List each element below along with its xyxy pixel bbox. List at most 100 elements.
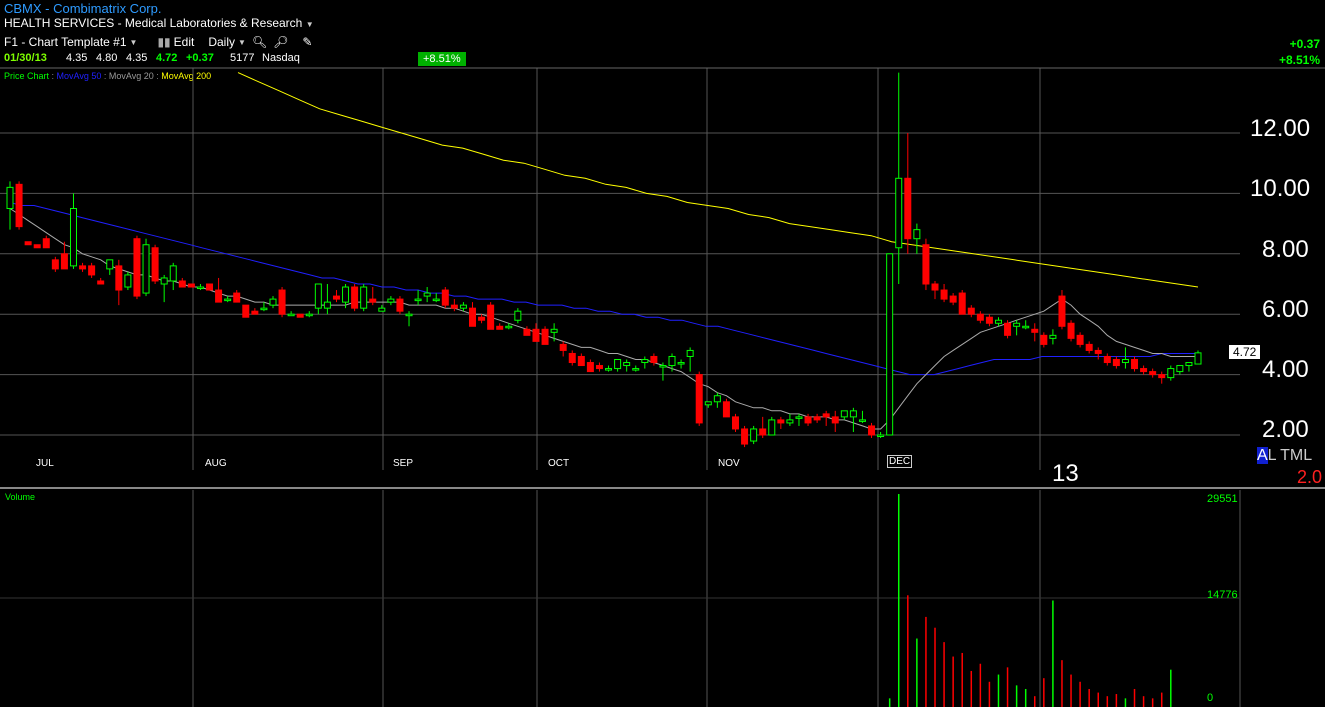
ma200-path (237, 72, 1199, 288)
candle (1112, 356, 1120, 369)
corner-red-value: 2.0 (1297, 467, 1323, 487)
candle (133, 235, 141, 300)
price-axis-label: 12.00 (1250, 115, 1311, 142)
candle-body (124, 274, 132, 288)
candle (695, 371, 703, 426)
candle (1067, 320, 1075, 342)
candle-body (314, 283, 322, 309)
candle (88, 262, 96, 278)
candle-body (1076, 334, 1084, 345)
candle (577, 353, 585, 367)
corner-rest: L TML (1267, 447, 1313, 464)
candle (532, 323, 540, 342)
candle (378, 305, 386, 312)
candle-body (278, 289, 286, 315)
candle (650, 353, 658, 366)
candle-body (686, 349, 694, 357)
candle-body (795, 416, 803, 419)
candle (42, 235, 50, 249)
candle (641, 356, 649, 369)
candle-body (423, 292, 431, 297)
candle (623, 359, 631, 372)
candle-body (985, 316, 993, 324)
candle-body (595, 365, 603, 370)
candle-body (840, 410, 848, 418)
candle-body (133, 238, 141, 297)
candle-body (369, 298, 377, 303)
candle-body (469, 307, 477, 327)
candle-body (994, 319, 1002, 324)
month-label: JUL (36, 458, 54, 469)
candle (260, 302, 268, 312)
candle (405, 311, 413, 327)
candle (659, 362, 667, 381)
candles (6, 72, 1202, 448)
candle (1040, 332, 1048, 348)
candle (124, 271, 132, 291)
candle-body (768, 419, 776, 436)
candle-body (786, 419, 794, 424)
candle-body (1194, 352, 1202, 365)
candle-body (858, 419, 866, 422)
candle (106, 259, 114, 275)
candle-body (1158, 374, 1166, 379)
candle (949, 293, 957, 306)
candle-body (251, 310, 259, 315)
candle (1185, 362, 1193, 372)
candle-body (242, 304, 250, 318)
candle (913, 223, 921, 254)
candle (269, 296, 277, 309)
candle (541, 326, 549, 345)
year-label: 13 (1052, 460, 1079, 487)
candle-body (777, 419, 785, 424)
candle-body (6, 186, 14, 209)
price-chart[interactable] (0, 0, 1325, 707)
candle-body (1013, 322, 1021, 327)
candle (804, 413, 812, 426)
month-label: SEP (393, 458, 414, 469)
price-axis-label: 10.00 (1250, 175, 1311, 202)
volume-bars (888, 494, 1172, 707)
price-axis-label: 6.00 (1262, 296, 1309, 323)
candle (940, 284, 948, 303)
candle (1085, 341, 1093, 354)
candle-body (387, 298, 395, 303)
candle-body (206, 283, 214, 291)
volume-tick: 14776 (1207, 589, 1238, 601)
candle-body (187, 283, 195, 288)
candle-body (586, 362, 594, 373)
candle-body (1103, 355, 1111, 364)
candle (1094, 347, 1102, 360)
candle (868, 422, 876, 439)
candle (1140, 365, 1148, 375)
candle-body (396, 298, 404, 312)
candle-body (813, 416, 821, 421)
candle-body (623, 362, 631, 367)
candle-body (1031, 328, 1039, 333)
candle (187, 283, 195, 288)
candle (69, 193, 77, 269)
candle (332, 290, 340, 303)
month-label: DEC (887, 455, 913, 468)
candle-body (169, 265, 177, 282)
candle-body (269, 298, 277, 306)
candle-body (351, 286, 359, 309)
corner-menu[interactable]: AL TML (1257, 447, 1312, 465)
candle (922, 238, 930, 291)
candle-body (360, 286, 368, 309)
candle-body (79, 265, 87, 270)
candle (1103, 353, 1111, 366)
volume-tick: 0 (1207, 692, 1214, 704)
candle (459, 302, 467, 312)
candle-body (831, 416, 839, 424)
candle-body (260, 307, 268, 311)
candle (605, 365, 613, 372)
ma50-path (9, 202, 1198, 376)
candle (423, 287, 431, 303)
candle (1149, 368, 1157, 378)
candle (278, 287, 286, 318)
candle-body (142, 244, 150, 294)
candle (895, 72, 903, 284)
candle (976, 311, 984, 324)
candle (251, 308, 259, 315)
